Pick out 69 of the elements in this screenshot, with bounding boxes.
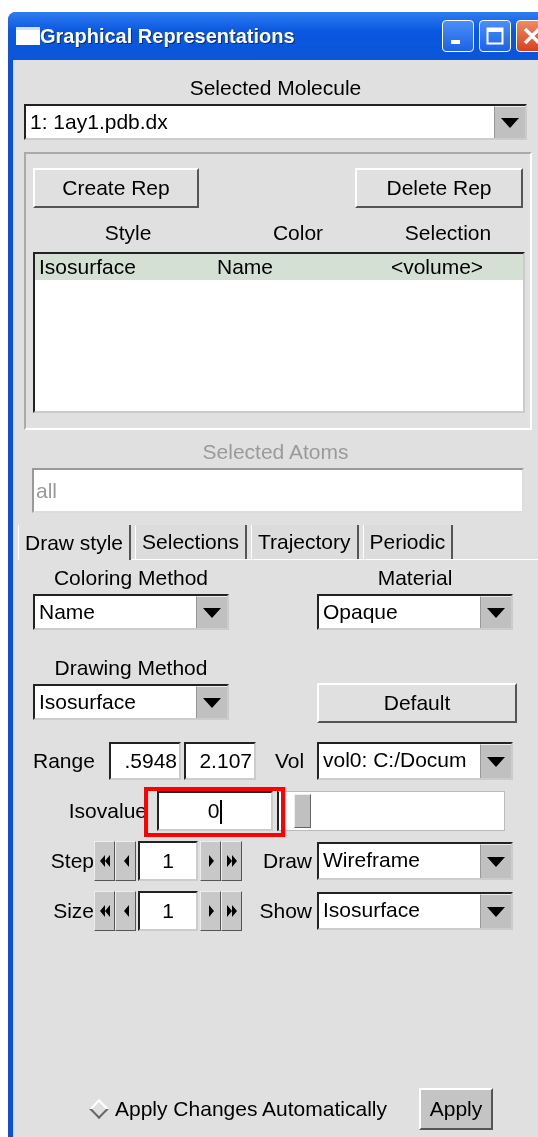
isovalue-field[interactable]: 0 [157,791,273,831]
caret-down-icon [203,697,221,708]
size-field[interactable]: 1 [138,891,198,931]
default-button[interactable]: Default [317,683,517,723]
tab[interactable]: Trajectory [250,525,359,559]
field-label: Selected Atoms [201,440,350,464]
double-left-icon [98,903,111,919]
double-right-icon [225,903,238,919]
delete-button[interactable]: Delete Rep [355,168,523,208]
double-left-icon [98,853,111,869]
list-row[interactable]: Isosurface Name <volume> [35,254,523,280]
range-max-field[interactable]: 2.107 [184,742,256,780]
apply-button[interactable]: Apply [419,1088,493,1130]
drawing-dropdown[interactable]: Isosurface [33,684,229,720]
slider-thumb[interactable] [293,794,311,828]
minimize-button[interactable] [442,20,474,52]
molecule-dropdown[interactable]: 1: 1ay1.pdb.dx [24,104,527,140]
material-dropdown[interactable]: Opaque [317,594,513,630]
minimize-icon [451,40,460,44]
caret-down-icon [487,906,505,917]
right-triangle-icon [206,903,215,919]
field-label: Coloring Method [52,566,210,590]
left-triangle-icon [121,903,130,919]
field-label: Selected Molecule [188,76,363,100]
field-label: Isovalue [67,799,147,823]
field-label: Draw [262,849,312,873]
step-field[interactable]: 1 [138,841,198,881]
fast-back-button[interactable] [94,841,115,881]
maximize-button[interactable] [479,20,511,52]
double-right-icon [225,853,238,869]
range-min-field[interactable]: .5948 [109,742,181,780]
draw-dropdown[interactable]: Wireframe [317,842,513,880]
field-label: Drawing Method [53,656,209,680]
right-triangle-icon [206,853,215,869]
back-button[interactable] [115,841,136,881]
auto-apply-radio[interactable]: Apply Changes Automatically [92,1097,387,1121]
volume-dropdown[interactable]: vol0: C:/Docum [317,742,513,780]
fast-forward-button[interactable] [221,891,242,931]
caret-down-icon [203,607,221,618]
back-button[interactable] [115,891,136,931]
field-label: Show [258,899,312,923]
show-dropdown[interactable]: Isosurface [317,892,513,930]
column-header: Color [271,221,325,245]
forward-button[interactable] [200,891,221,931]
field-label: Step [49,849,94,873]
tab[interactable]: Draw style [18,525,132,560]
slider-track[interactable] [277,791,505,831]
left-triangle-icon [121,853,130,869]
caret-down-icon [487,856,505,867]
forward-button[interactable] [200,841,221,881]
field-label: Range [33,749,96,773]
caret-down-icon [487,607,505,618]
maximize-icon [486,27,504,45]
fast-forward-button[interactable] [221,841,242,881]
caret-down-icon [501,117,519,128]
column-header: Selection [403,221,493,245]
field-label: Vol [275,749,306,773]
create-button[interactable]: Create Rep [33,168,199,208]
window-icon [16,27,40,45]
fast-back-button[interactable] [94,891,115,931]
field-label: Material [376,566,454,590]
tab[interactable]: Periodic [362,525,454,559]
column-header: Style [103,221,153,245]
tab[interactable]: Selections [135,525,247,559]
coloring-dropdown[interactable]: Name [33,594,229,630]
window-title: Graphical Representations [40,24,296,48]
close-icon [523,27,538,45]
caret-down-icon [487,756,505,767]
field-label: Size [52,899,94,923]
